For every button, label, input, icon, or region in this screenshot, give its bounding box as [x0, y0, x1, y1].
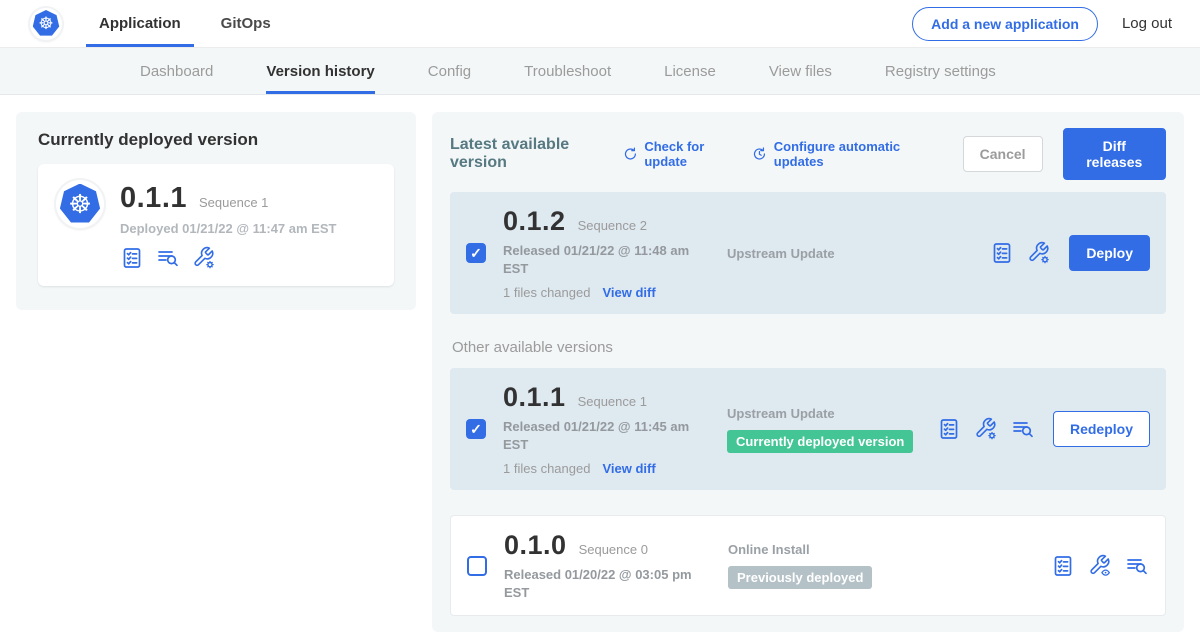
subnav-tab-config[interactable]: Config: [428, 48, 471, 94]
deploy-logs-icon[interactable]: [156, 246, 180, 270]
redeploy-button[interactable]: Redeploy: [1053, 411, 1150, 447]
config-edit-icon[interactable]: [192, 246, 216, 270]
helm-wheel-glyph: ☸: [38, 15, 53, 32]
version-row: 0.1.2 Sequence 2 Released 01/21/22 @ 11:…: [450, 192, 1166, 314]
subnav-tab-troubleshoot[interactable]: Troubleshoot: [524, 48, 611, 94]
other-versions-title: Other available versions: [452, 339, 1166, 356]
sequence-label: Sequence 2: [578, 218, 647, 233]
deploy-logs-icon[interactable]: [1011, 417, 1035, 441]
preflight-icon[interactable]: [120, 246, 144, 270]
tab-gitops[interactable]: GitOps: [208, 0, 284, 47]
cancel-button[interactable]: Cancel: [963, 136, 1043, 172]
topnav-tabs: Application GitOps: [86, 0, 284, 47]
version-info: 0.1.2 Sequence 2 Released 01/21/22 @ 11:…: [503, 206, 727, 300]
latest-version-header: Latest available version Check for updat…: [450, 128, 1166, 180]
deploy-logs-icon[interactable]: [1125, 554, 1149, 578]
configure-updates-link[interactable]: Configure automatic updates: [752, 139, 923, 169]
preflight-icon[interactable]: [990, 241, 1014, 265]
config-edit-icon[interactable]: [1027, 241, 1051, 265]
tab-application[interactable]: Application: [86, 0, 194, 47]
row-actions: Redeploy: [937, 411, 1150, 447]
kubernetes-heptagon: ☸: [33, 10, 60, 37]
version-history-panel: Latest available version Check for updat…: [432, 112, 1184, 632]
released-timestamp: Released 01/20/22 @ 03:05 pm EST: [504, 566, 709, 601]
version-source: Upstream Update: [727, 246, 990, 261]
preflight-icon[interactable]: [1051, 554, 1075, 578]
kubernetes-logo-icon: ☸: [30, 8, 62, 40]
files-changed-label: 1 files changed: [503, 461, 590, 476]
deployed-version-meta: 0.1.1 Sequence 1 Deployed 01/21/22 @ 11:…: [120, 180, 336, 270]
deployed-icon-row: [120, 246, 336, 270]
subnav-tab-version-history[interactable]: Version history: [266, 48, 374, 94]
helm-wheel-glyph: ☸: [68, 191, 91, 217]
sub-nav: Dashboard Version history Config Trouble…: [0, 48, 1200, 95]
files-changed-line: 1 files changed View diff: [503, 285, 727, 300]
main-content: Currently deployed version ☸ 0.1.1 Seque…: [0, 95, 1200, 634]
version-checkbox[interactable]: [466, 419, 486, 439]
files-changed-label: 1 files changed: [503, 285, 590, 300]
app-icon: ☸: [56, 180, 104, 228]
currently-deployed-badge: Currently deployed version: [727, 430, 913, 453]
released-timestamp: Released 01/21/22 @ 11:45 am EST: [503, 418, 708, 453]
topnav-right: Add a new application Log out: [912, 0, 1200, 47]
deployed-sequence-label: Sequence 1: [199, 195, 268, 210]
top-nav: ☸ Application GitOps Add a new applicati…: [0, 0, 1200, 48]
check-for-update-label: Check for update: [644, 139, 732, 169]
logout-link[interactable]: Log out: [1122, 15, 1172, 32]
version-number: 0.1.0: [504, 530, 567, 561]
refresh-icon: [623, 145, 638, 163]
previously-deployed-badge: Previously deployed: [728, 566, 872, 589]
deployed-version-card: ☸ 0.1.1 Sequence 1 Deployed 01/21/22 @ 1…: [38, 164, 394, 286]
version-number: 0.1.2: [503, 206, 566, 237]
sequence-label: Sequence 1: [578, 394, 647, 409]
subnav-tab-license[interactable]: License: [664, 48, 716, 94]
source-label: Upstream Update: [727, 246, 990, 261]
source-label: Upstream Update: [727, 406, 937, 421]
currently-deployed-title: Currently deployed version: [38, 130, 394, 150]
source-label: Online Install: [728, 542, 1051, 557]
sequence-label: Sequence 0: [579, 542, 648, 557]
deployed-version-number: 0.1.1: [120, 182, 187, 215]
add-application-button[interactable]: Add a new application: [912, 7, 1098, 41]
files-changed-line: 1 files changed View diff: [503, 461, 727, 476]
latest-version-title: Latest available version: [450, 136, 601, 172]
configure-updates-label: Configure automatic updates: [774, 139, 923, 169]
clock-refresh-icon: [752, 145, 767, 163]
row-actions: Deploy: [990, 235, 1150, 271]
version-source: Upstream Update Currently deployed versi…: [727, 406, 937, 453]
version-checkbox[interactable]: [467, 556, 487, 576]
version-number: 0.1.1: [503, 382, 566, 413]
deployed-timestamp: Deployed 01/21/22 @ 11:47 am EST: [120, 221, 336, 236]
row-actions: [1051, 554, 1149, 578]
config-view-icon[interactable]: [1088, 554, 1112, 578]
version-info: 0.1.1 Sequence 1 Released 01/21/22 @ 11:…: [503, 382, 727, 476]
subnav-tab-view-files[interactable]: View files: [769, 48, 832, 94]
version-info: 0.1.0 Sequence 0 Released 01/20/22 @ 03:…: [504, 530, 728, 601]
app-logo-wrap: ☸: [30, 0, 62, 47]
released-timestamp: Released 01/21/22 @ 11:48 am EST: [503, 242, 708, 277]
check-for-update-link[interactable]: Check for update: [623, 139, 732, 169]
config-edit-icon[interactable]: [974, 417, 998, 441]
version-checkbox[interactable]: [466, 243, 486, 263]
preflight-icon[interactable]: [937, 417, 961, 441]
kubernetes-heptagon: ☸: [60, 184, 101, 225]
diff-releases-button[interactable]: Diff releases: [1063, 128, 1166, 180]
version-row: 0.1.1 Sequence 1 Released 01/21/22 @ 11:…: [450, 368, 1166, 490]
deploy-button[interactable]: Deploy: [1069, 235, 1150, 271]
subnav-tab-registry-settings[interactable]: Registry settings: [885, 48, 996, 94]
version-source: Online Install Previously deployed: [728, 542, 1051, 589]
version-row: 0.1.0 Sequence 0 Released 01/20/22 @ 03:…: [450, 515, 1166, 616]
currently-deployed-panel: Currently deployed version ☸ 0.1.1 Seque…: [16, 112, 416, 310]
view-diff-link[interactable]: View diff: [602, 461, 655, 476]
subnav-tab-dashboard[interactable]: Dashboard: [140, 48, 213, 94]
view-diff-link[interactable]: View diff: [602, 285, 655, 300]
